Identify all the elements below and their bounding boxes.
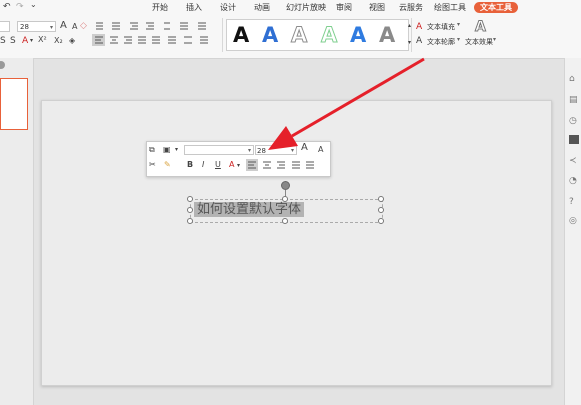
annotation-arrow bbox=[268, 57, 425, 150]
